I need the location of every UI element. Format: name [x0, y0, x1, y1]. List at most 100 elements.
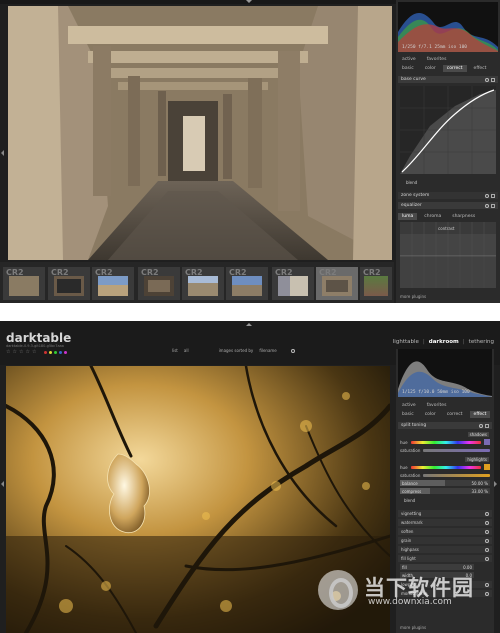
- highlights-hue-slider[interactable]: hue: [400, 464, 490, 470]
- center-image-arena-corridor: [8, 6, 392, 260]
- power-icon[interactable]: [485, 538, 489, 543]
- color-label-purple-icon[interactable]: [64, 350, 68, 354]
- thumb-image: [144, 276, 174, 296]
- star-icon[interactable]: ☆: [32, 349, 36, 355]
- power-icon[interactable]: [485, 77, 489, 82]
- module-header-equalizer[interactable]: equalizer: [398, 202, 498, 209]
- tab-color[interactable]: color: [421, 411, 440, 418]
- module-title: soften: [401, 529, 414, 534]
- star-icon[interactable]: ☆: [6, 349, 10, 355]
- tab-luma[interactable]: luma: [398, 212, 418, 220]
- tab-chroma[interactable]: chroma: [420, 213, 445, 220]
- power-icon[interactable]: [479, 423, 483, 428]
- base-curve-graph[interactable]: [400, 86, 496, 174]
- presets-icon[interactable]: [491, 77, 495, 82]
- tab-favorites[interactable]: favorites: [423, 56, 451, 63]
- tab-correct[interactable]: correct: [442, 64, 467, 72]
- tab-active[interactable]: active: [398, 402, 420, 409]
- view-tethering[interactable]: tethering: [469, 339, 494, 345]
- tab-color[interactable]: color: [421, 65, 440, 72]
- shadows-saturation-slider[interactable]: saturation: [400, 447, 490, 453]
- tab-correct[interactable]: correct: [443, 411, 467, 418]
- filmstrip-thumb-selected[interactable]: CR2: [316, 267, 358, 300]
- more-plugins-label[interactable]: more plugins: [400, 294, 426, 299]
- power-icon[interactable]: [485, 203, 489, 208]
- rating-and-color-filter: ☆ ☆ ☆ ☆ ☆: [6, 349, 68, 355]
- compress-slider[interactable]: compress 33.00 %: [400, 488, 490, 494]
- more-plugins-label[interactable]: more plugins: [400, 625, 426, 630]
- power-icon[interactable]: [485, 520, 489, 525]
- module-header-fill-light[interactable]: fill light: [398, 555, 492, 562]
- highlight-color-swatch[interactable]: [484, 464, 490, 470]
- tab-basic[interactable]: basic: [398, 411, 418, 418]
- color-label-blue-icon[interactable]: [59, 350, 63, 354]
- filmstrip-thumb[interactable]: CR2: [48, 267, 90, 300]
- sort-order-icon[interactable]: [290, 348, 295, 353]
- equalizer-band-label: contrast: [438, 226, 455, 231]
- module-header-zone-system[interactable]: zone system: [398, 192, 498, 199]
- filmstrip-thumb[interactable]: CR2: [226, 267, 268, 300]
- power-icon[interactable]: [485, 547, 489, 552]
- filmstrip-thumb[interactable]: CR2: [182, 267, 224, 300]
- expand-left-panel-arrow-icon[interactable]: [1, 481, 4, 487]
- tab-favorites[interactable]: favorites: [423, 402, 451, 409]
- saturation-gradient: [423, 473, 490, 477]
- equalizer-graph[interactable]: contrast: [400, 222, 496, 288]
- view-separator: |: [422, 339, 425, 345]
- module-header-vignetting[interactable]: vignetting: [398, 510, 492, 517]
- presets-icon[interactable]: [491, 203, 495, 208]
- module-header-highpass[interactable]: highpass: [398, 546, 492, 553]
- module-header-soften[interactable]: soften: [398, 528, 492, 535]
- module-header-base-curve[interactable]: base curve: [398, 76, 498, 83]
- color-label-yellow-icon[interactable]: [49, 350, 53, 354]
- tab-basic[interactable]: basic: [398, 65, 418, 72]
- filter-list-dropdown[interactable]: all: [184, 348, 189, 353]
- blend-preset-label[interactable]: blend: [404, 498, 415, 503]
- preset-label[interactable]: blend: [406, 180, 417, 185]
- module-header-watermark[interactable]: watermark: [398, 519, 492, 526]
- shadows-hue-slider[interactable]: hue: [400, 439, 490, 445]
- collection-filter-bar: list all images sorted by filename: [172, 348, 295, 353]
- filmstrip-thumb[interactable]: CR2: [138, 267, 180, 300]
- color-label-green-icon[interactable]: [54, 350, 58, 354]
- balance-slider[interactable]: balance 50.00 %: [400, 480, 490, 486]
- tab-effect[interactable]: effect: [469, 410, 491, 418]
- filmstrip-thumb[interactable]: CR2: [92, 267, 134, 300]
- module-header-grain[interactable]: grain: [398, 537, 492, 544]
- power-icon[interactable]: [485, 193, 489, 198]
- collapse-right-panel-arrow-icon[interactable]: [494, 481, 497, 487]
- histogram[interactable]: 1/125 f/10.0 50mm iso 100: [398, 349, 492, 397]
- filmstrip-thumb[interactable]: CR2: [360, 267, 392, 300]
- filmstrip: CR2 CR2 CR2 CR2 CR2 CR2 CR2 CR2 CR2: [0, 262, 394, 303]
- star-icon[interactable]: ☆: [19, 349, 23, 355]
- tab-sharpness[interactable]: sharpness: [448, 213, 479, 220]
- star-icon[interactable]: ☆: [12, 349, 16, 355]
- highlights-saturation-slider[interactable]: saturation: [400, 472, 490, 478]
- module-group-tabs-row1: active favorites: [398, 55, 498, 63]
- power-icon[interactable]: [485, 556, 489, 561]
- corridor-photo: [8, 6, 392, 260]
- view-lighttable[interactable]: lighttable: [393, 339, 419, 345]
- expand-left-panel-arrow-icon[interactable]: [1, 150, 4, 156]
- view-darkroom[interactable]: darkroom: [429, 339, 459, 345]
- presets-icon[interactable]: [491, 193, 495, 198]
- filmstrip-thumb[interactable]: CR2: [272, 267, 314, 300]
- module-header-split-toning[interactable]: split toning: [398, 422, 492, 429]
- sort-dropdown[interactable]: filename: [259, 348, 276, 353]
- slider-label: compress: [402, 488, 422, 494]
- power-icon[interactable]: [485, 529, 489, 534]
- right-panel: 1/250 f/7.1 25mm iso 100 active favorite…: [396, 0, 500, 303]
- histogram[interactable]: 1/250 f/7.1 25mm iso 100: [398, 2, 498, 52]
- tab-active[interactable]: active: [398, 56, 420, 63]
- star-icon[interactable]: ☆: [25, 349, 29, 355]
- module-title: grain: [401, 538, 412, 543]
- collapse-top-panel-arrow-icon[interactable]: [246, 323, 252, 326]
- filmstrip-thumb[interactable]: CR2: [3, 267, 45, 300]
- power-icon[interactable]: [485, 511, 489, 516]
- color-label-red-icon[interactable]: [44, 350, 48, 354]
- presets-icon[interactable]: [485, 423, 489, 428]
- slider-value: 50.00 %: [471, 480, 488, 486]
- shadow-color-swatch[interactable]: [484, 439, 490, 445]
- tab-effect[interactable]: effect: [470, 65, 491, 72]
- expand-top-panel-arrow-icon[interactable]: [246, 0, 252, 3]
